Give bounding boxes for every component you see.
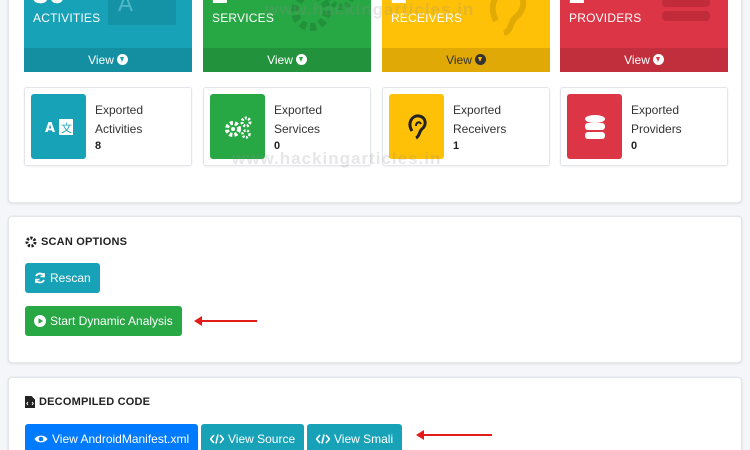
- arrow-circle-down-icon: [474, 54, 486, 65]
- view-source-label: View Source: [228, 432, 296, 446]
- code-icon: [316, 434, 330, 444]
- activities-label: ACTIVITIES: [33, 11, 101, 25]
- arrow-circle-down-icon: [295, 54, 307, 65]
- arrow-circle-down-icon: [116, 54, 128, 65]
- rescan-button[interactable]: Rescan: [25, 263, 100, 293]
- receivers-view-link[interactable]: View: [382, 48, 550, 72]
- providers-card: 1 PROVIDERS View: [560, 0, 728, 72]
- code-icon: [210, 434, 224, 444]
- sync-icon: [35, 272, 45, 284]
- scan-options-title-text: SCAN OPTIONS: [41, 236, 128, 248]
- gear-icon: [25, 236, 37, 248]
- annotation-arrow-smali: [416, 430, 492, 440]
- exported-receivers-label: Exported Receivers: [453, 103, 507, 136]
- providers-count: 1: [568, 0, 585, 9]
- translate-icon: A: [108, 0, 176, 25]
- activities-count: 30: [32, 0, 65, 9]
- svg-text:A: A: [45, 121, 55, 136]
- view-smali-button[interactable]: View Smali: [307, 424, 403, 450]
- play-circle-icon: [34, 315, 46, 327]
- annotation-arrow-dynamic: [194, 316, 257, 326]
- exported-providers-label: Exported Providers: [631, 103, 682, 136]
- translate-icon: A 文: [31, 94, 86, 159]
- svg-text:A: A: [118, 0, 133, 17]
- view-manifest-button[interactable]: View AndroidManifest.xml: [25, 424, 199, 450]
- start-dynamic-analysis-button[interactable]: Start Dynamic Analysis: [25, 306, 182, 336]
- view-label: View: [267, 53, 293, 67]
- svg-text:文: 文: [61, 121, 72, 135]
- services-count: 1: [211, 0, 228, 9]
- services-view-link[interactable]: View: [203, 48, 371, 72]
- view-source-button[interactable]: View Source: [201, 424, 305, 450]
- view-label: View: [624, 53, 650, 67]
- decompiled-code-title-text: DECOMPILED CODE: [39, 396, 151, 408]
- watermark: www.hackingarticles.in: [232, 149, 442, 168]
- activities-card: 30 A ACTIVITIES View: [24, 0, 192, 72]
- scan-options-panel: SCAN OPTIONS Rescan Start Dynamic Analys…: [8, 216, 742, 363]
- database-icon: [567, 94, 622, 159]
- hearing-icon: [489, 0, 527, 36]
- decompiled-code-title: DECOMPILED CODE: [25, 396, 150, 408]
- exported-activities-value: 8: [95, 140, 102, 152]
- exported-receivers-value: 1: [453, 140, 460, 152]
- exported-providers-value: 0: [631, 140, 638, 152]
- view-label: View: [446, 53, 472, 67]
- exported-providers-box: Exported Providers 0: [560, 87, 728, 166]
- exported-services-label: Exported Services: [274, 103, 323, 136]
- providers-label: PROVIDERS: [569, 11, 642, 25]
- exported-activities-box: A 文 Exported Activities 8: [24, 87, 192, 166]
- database-icon: [662, 0, 710, 21]
- view-label: View: [88, 53, 114, 67]
- start-dynamic-analysis-label: Start Dynamic Analysis: [50, 314, 173, 328]
- providers-view-link[interactable]: View: [560, 48, 728, 72]
- activities-view-link[interactable]: View: [24, 48, 192, 72]
- eye-icon: [34, 435, 48, 443]
- view-manifest-label: View AndroidManifest.xml: [52, 432, 190, 446]
- view-smali-label: View Smali: [334, 432, 394, 446]
- arrow-circle-down-icon: [652, 54, 664, 65]
- component-stats-panel: 30 A ACTIVITIES View 1 SERVICES View 1 R…: [8, 0, 742, 203]
- decompiled-code-panel: DECOMPILED CODE View AndroidManifest.xml…: [8, 377, 742, 450]
- exported-activities-label: Exported Activities: [95, 103, 144, 136]
- watermark: www.hackingarticles.in: [265, 0, 475, 19]
- file-code-icon: [25, 396, 35, 408]
- scan-options-title: SCAN OPTIONS: [25, 236, 127, 248]
- rescan-label: Rescan: [50, 271, 91, 285]
